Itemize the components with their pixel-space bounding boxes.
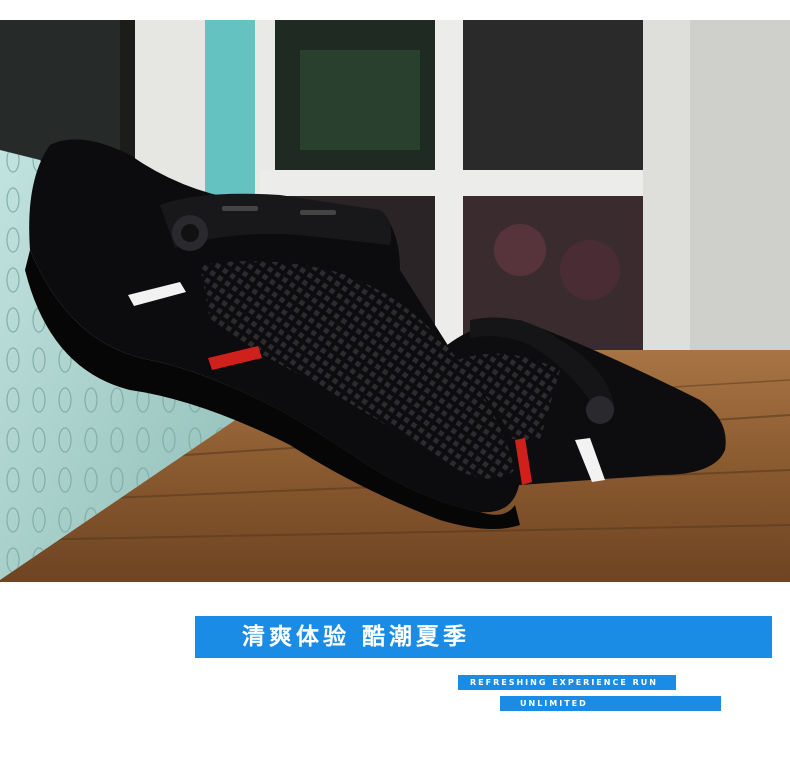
window-rail bbox=[260, 170, 660, 196]
banner-title: 清爽体验 酷潮夏季 bbox=[242, 624, 471, 650]
product-photo bbox=[0, 20, 790, 582]
tagline-line-1: REFRESHING EXPERIENCE RUN bbox=[470, 678, 658, 687]
tagline-line-2: UNLIMITED bbox=[520, 699, 588, 708]
